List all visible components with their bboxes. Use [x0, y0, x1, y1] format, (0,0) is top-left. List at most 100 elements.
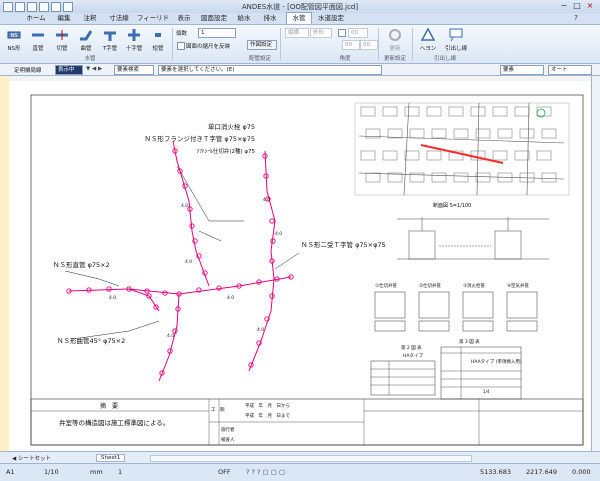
- notes-header: 摘 要: [100, 402, 118, 410]
- dim-label: 4.0: [263, 197, 270, 203]
- straight-pipe-button[interactable]: 直管: [26, 27, 50, 52]
- sheet-navigation[interactable]: ◀ シートセット: [12, 454, 51, 462]
- title-block: 摘 要 弁室等の構造図は施工標準図による。 工 期 平成 年 月 日から 平成 …: [30, 398, 584, 446]
- element-search-button[interactable]: 要素検索: [114, 65, 154, 75]
- tab-dimension[interactable]: 寸法線: [104, 13, 134, 24]
- pipe-joint-marker: [269, 218, 275, 224]
- status-cell: A1: [6, 468, 15, 476]
- layer-label: 定明機局線: [14, 68, 42, 74]
- element-type-dropdown[interactable]: 要素: [500, 65, 544, 75]
- tab-drawing-settings[interactable]: 図面設定: [198, 13, 230, 24]
- tab-home[interactable]: ホーム: [22, 13, 50, 24]
- table-b-title: 第 3 図 表: [459, 338, 480, 345]
- label-ns-bend: ＮＳ形曲管45° φ75×2: [57, 336, 125, 345]
- dim-label: 4.0: [275, 231, 282, 237]
- status-scale[interactable]: 1/10: [44, 467, 59, 477]
- scale-reflect-checkbox[interactable]: [177, 42, 185, 50]
- tab-water-supply[interactable]: 給水: [232, 13, 256, 24]
- leader-straight: [64, 270, 120, 287]
- minimize-button[interactable]: −: [558, 1, 570, 11]
- snap-status[interactable]: OFF: [218, 467, 231, 477]
- straight-pipe-label: 直管: [32, 46, 44, 52]
- sheet-tab[interactable]: Sheet1: [96, 454, 126, 462]
- short-pipe-icon: [155, 33, 161, 37]
- drawing-canvas[interactable]: 単口消火栓 φ75 ＮＳ形フランジ付きＴ字管 φ75×φ75 ｿﾌﾄｼｰﾙ仕切弁…: [9, 81, 591, 451]
- angle-field-2[interactable]: 00: [342, 40, 360, 50]
- trunk-pipe: [68, 276, 292, 295]
- branch-pipe-bend: [128, 288, 160, 312]
- close-button[interactable]: ×: [584, 1, 596, 11]
- tab-water-pipe[interactable]: 水管: [286, 12, 312, 24]
- table-a-title: 第 2 図 表: [401, 344, 422, 351]
- angle-checkbox[interactable]: [338, 29, 346, 37]
- ribbon-tabs: ホーム 編集 注釈 寸法線 フィーリド 表示 図面設定 給水 排水 水管 水道設…: [0, 12, 600, 25]
- group-angle-label: 角度: [339, 56, 351, 62]
- callout-icon: [449, 28, 463, 42]
- spec-table-a: 第 2 図 表 HAタイプ: [370, 344, 436, 396]
- detail-title: ④空気弁筐: [507, 282, 530, 289]
- title-cell: 施行者: [221, 426, 235, 433]
- title-cell: 工 期: [211, 407, 225, 413]
- table-a-type: HAタイプ: [403, 352, 423, 359]
- update-label: 更新: [389, 46, 401, 52]
- location-map: [354, 102, 570, 196]
- detail-title: ②仕切弁筐: [419, 282, 442, 289]
- status-bar: A1 1/10 mm 1 OFF ? ? ? ▢ ▢ ▢ 5133.683 22…: [0, 463, 600, 481]
- pipe-label-button[interactable]: ヘヨン: [415, 27, 441, 52]
- short-pipe-button[interactable]: 短管: [146, 27, 170, 52]
- cross-pipe-label: 十字管: [125, 46, 143, 52]
- angle-field-3[interactable]: 00: [360, 40, 378, 50]
- coord-z: 0.000: [572, 468, 591, 476]
- count-input[interactable]: 1: [198, 28, 236, 38]
- outer-field[interactable]: 外形: [310, 28, 332, 38]
- detail-boxes: ①仕切弁筐 ②仕切弁筐 ③消火栓筐 ④空気弁筐: [374, 282, 538, 332]
- ns-pipe-label: NS形: [7, 46, 21, 52]
- dim-label: 4.0: [109, 295, 116, 301]
- tee-pipe-button[interactable]: T字管: [98, 27, 122, 52]
- tee-pipe-icon: [104, 31, 116, 41]
- pipe-label-text: ヘヨン: [419, 46, 437, 52]
- direction-field[interactable]: 縦横: [285, 28, 309, 38]
- short-pipe-label: 短管: [152, 46, 164, 52]
- label-ns-straight: ＮＳ形直管 φ75×2: [53, 260, 110, 269]
- window-title: ANDES水道 - [OO配管図平面図.jcd]: [241, 3, 359, 11]
- ns-pipe-button[interactable]: NS NS形: [2, 27, 26, 52]
- update-button[interactable]: 更新: [382, 27, 408, 52]
- straight-pipe-icon: [32, 33, 44, 37]
- status-one: 1: [118, 468, 123, 476]
- tab-drainage[interactable]: 排水: [258, 13, 282, 24]
- count-label: 個数: [176, 31, 188, 37]
- scale-reflect-label: 図面の縮尺を反映: [186, 44, 231, 50]
- tab-field[interactable]: フィーリド: [136, 13, 170, 24]
- tab-water-settings[interactable]: 水道設定: [314, 13, 348, 24]
- maximize-button[interactable]: □: [571, 1, 583, 11]
- ribbon-separator: [378, 28, 379, 60]
- title-cell: 検査人: [221, 436, 235, 443]
- label-valve: ｿﾌﾄｼｰﾙ仕切弁(2種) φ75: [196, 147, 255, 155]
- ribbon-separator: [412, 28, 413, 60]
- cross-pipe-button[interactable]: 十字管: [122, 27, 146, 52]
- tab-view[interactable]: 表示: [172, 13, 196, 24]
- layer-arrows[interactable]: ▼ ◀ ▶: [86, 66, 102, 72]
- group-pipe-label: 水管: [84, 56, 96, 62]
- draw-settings-button[interactable]: 作図設定: [247, 40, 277, 50]
- dim-label: 4.0: [185, 259, 192, 265]
- ribbon-panel: NS NS形 直管 切管 曲管 T字管 十字管 短管 水管 個数 1 図面の縮尺…: [0, 25, 600, 64]
- layer-select[interactable]: 表示中: [55, 65, 83, 75]
- angle-field-1[interactable]: 00: [348, 28, 368, 38]
- tab-edit[interactable]: 編集: [52, 13, 76, 24]
- leader-double-tee: [274, 252, 300, 270]
- callout-button[interactable]: 引出し線: [443, 27, 469, 52]
- tab-annotation[interactable]: 注釈: [78, 13, 102, 24]
- right-scrollbar[interactable]: [591, 76, 600, 451]
- group-callout-label: 引出し線: [433, 56, 456, 62]
- snap-mode-dropdown[interactable]: オート: [548, 65, 592, 75]
- coord-x: 5133.683: [480, 468, 512, 476]
- snap-toggles[interactable]: ? ? ? ▢ ▢ ▢: [246, 467, 285, 477]
- help-icon[interactable]: ?: [570, 13, 582, 23]
- status-unit: mm: [90, 468, 103, 476]
- horizontal-scrollbar[interactable]: [150, 455, 472, 462]
- cut-pipe-button[interactable]: 切管: [50, 27, 74, 52]
- ribbon-separator: [280, 28, 281, 60]
- bend-pipe-button[interactable]: 曲管: [74, 27, 98, 52]
